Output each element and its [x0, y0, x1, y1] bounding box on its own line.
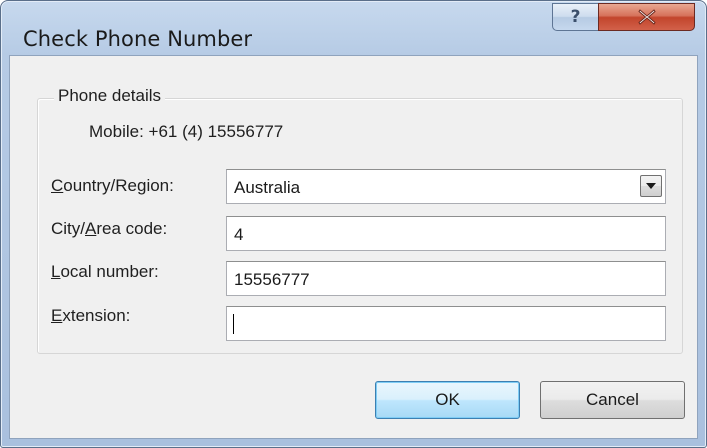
help-icon: ?	[570, 7, 581, 27]
close-button[interactable]	[598, 3, 695, 31]
extension-input[interactable]	[226, 306, 666, 341]
phone-summary: Mobile: +61 (4) 15556777	[89, 122, 284, 141]
group-label: Phone details	[54, 86, 166, 106]
close-x-icon	[637, 9, 656, 25]
text-caret	[233, 314, 234, 334]
local-number-input[interactable]: 15556777	[226, 261, 666, 296]
extension-label-rest: xtension:	[62, 306, 131, 325]
window-title: Check Phone Number	[23, 27, 253, 51]
extension-access-key: E	[51, 306, 63, 325]
local-label-rest: ocal number:	[60, 262, 159, 281]
cancel-button[interactable]: Cancel	[540, 381, 685, 419]
ok-button[interactable]: OK	[375, 381, 520, 419]
city-label-start: City/	[51, 219, 85, 238]
local-number-label: Local number:	[51, 262, 159, 282]
city-value: 4	[234, 225, 244, 244]
local-value: 15556777	[234, 270, 310, 289]
chevron-down-icon	[646, 183, 656, 189]
city-label-rest: rea code:	[96, 219, 168, 238]
country-dropdown-button[interactable]	[640, 175, 662, 197]
country-value: Australia	[234, 178, 301, 197]
country-combobox[interactable]: Australia	[226, 169, 666, 204]
country-label-rest: ountry/Region:	[63, 176, 174, 195]
city-access-key: A	[85, 219, 97, 238]
country-label: Country/Region:	[51, 176, 174, 196]
city-area-code-input[interactable]: 4	[226, 216, 666, 251]
country-access-key: C	[51, 176, 64, 195]
extension-label: Extension:	[51, 306, 130, 326]
city-label: City/Area code:	[51, 219, 167, 239]
help-button[interactable]: ?	[552, 3, 598, 31]
